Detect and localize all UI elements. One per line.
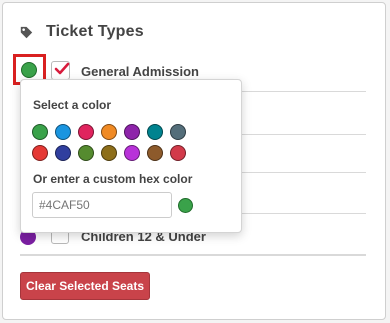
palette-swatch-olive[interactable] <box>78 145 94 161</box>
palette-swatch-slate[interactable] <box>170 124 186 140</box>
palette-swatch-blue[interactable] <box>55 124 71 140</box>
custom-hex-heading: Or enter a custom hex color <box>33 172 193 186</box>
ticket-type-label: General Admission <box>81 64 199 79</box>
palette-swatch-teal[interactable] <box>147 124 163 140</box>
palette-swatch-green[interactable] <box>32 124 48 140</box>
palette-swatch-brown[interactable] <box>147 145 163 161</box>
palette-swatch-crimson[interactable] <box>170 145 186 161</box>
palette-swatch-indigo[interactable] <box>55 145 71 161</box>
color-picker-popover: Select a color Or enter a custom hex col… <box>20 79 242 233</box>
palette-swatch-purple[interactable] <box>124 124 140 140</box>
section-header: Ticket Types <box>20 22 144 42</box>
palette-swatch-mustard[interactable] <box>101 145 117 161</box>
clear-selected-seats-button[interactable]: Clear Selected Seats <box>20 272 150 300</box>
checkmark-icon <box>54 62 70 75</box>
palette-swatch-red[interactable] <box>32 145 48 161</box>
section-title: Ticket Types <box>46 23 144 40</box>
color-palette <box>32 124 222 161</box>
tag-icon <box>20 26 33 38</box>
row-divider <box>20 255 366 256</box>
general-admission-color-swatch[interactable] <box>21 62 37 78</box>
color-picker-heading: Select a color <box>33 98 112 112</box>
custom-hex-preview-swatch <box>178 198 193 213</box>
palette-swatch-violet[interactable] <box>124 145 140 161</box>
custom-hex-input[interactable] <box>32 192 172 218</box>
palette-swatch-pink[interactable] <box>78 124 94 140</box>
palette-swatch-orange[interactable] <box>101 124 117 140</box>
